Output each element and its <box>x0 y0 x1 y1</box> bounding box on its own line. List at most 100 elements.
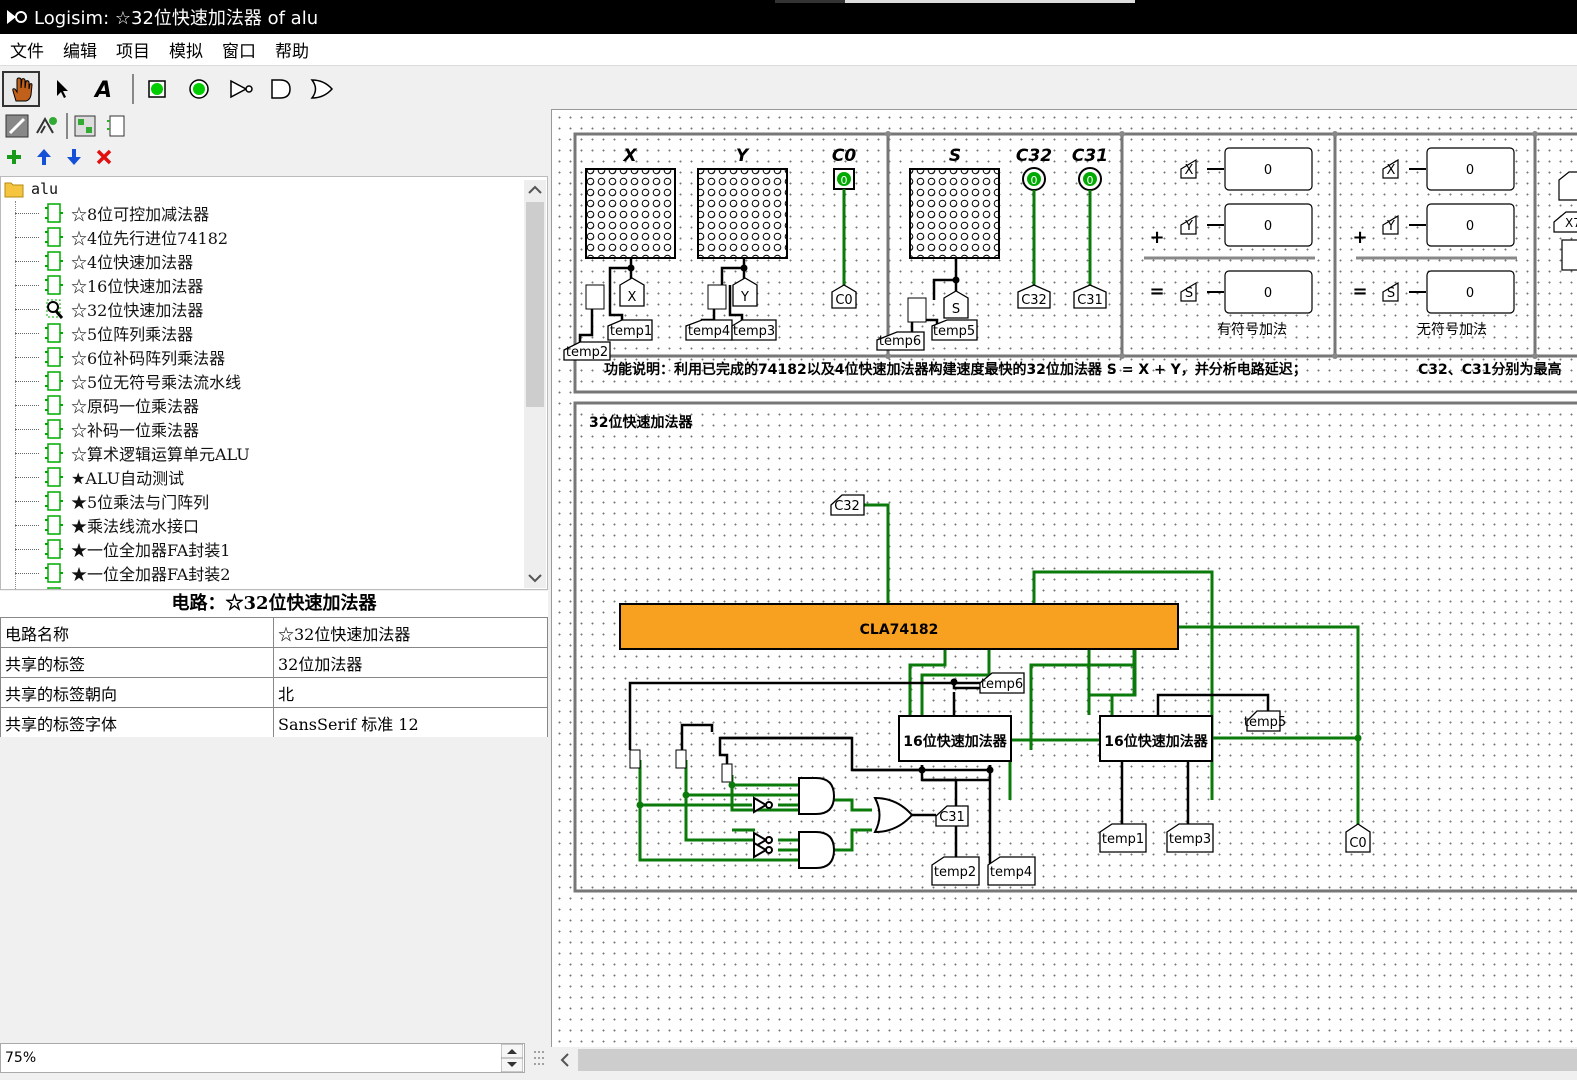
property-row[interactable]: 共享的标签朝向北 <box>0 677 548 708</box>
logisim-app-icon <box>7 10 27 24</box>
add-not-gate-button[interactable] <box>224 72 258 106</box>
circuit-icon <box>45 563 63 583</box>
property-row[interactable]: 共享的标签 32位加法器 <box>0 647 548 678</box>
tree-item-circuit[interactable]: ★乘法线流水接口 <box>1 513 199 537</box>
adder16-right[interactable]: 16位快速加法器 <box>1099 715 1213 762</box>
tree-connector <box>15 404 39 406</box>
add-input-pin-button[interactable] <box>140 72 174 106</box>
menu-project[interactable]: 项目 <box>107 37 159 62</box>
tree-item-circuit[interactable]: ★一位全加器FA封装2 <box>1 561 230 585</box>
not-gate-3[interactable] <box>753 841 768 859</box>
circuit-icon <box>45 467 63 487</box>
or-gate[interactable] <box>873 796 914 834</box>
appearance-button[interactable] <box>28 109 62 143</box>
view-simulation-button[interactable] <box>100 109 134 143</box>
chevron-left-icon[interactable] <box>553 1047 577 1073</box>
zoom-field[interactable]: 75% <box>0 1043 525 1073</box>
tree-item-circuit[interactable]: ☆4位快速加法器 <box>1 249 193 273</box>
tree-item-circuit[interactable]: ☆8位可控加减法器 <box>1 201 209 225</box>
tree-item-label: ☆8位可控加减法器 <box>71 205 210 224</box>
tree-item-circuit[interactable]: ☆6位补码阵列乘法器 <box>1 345 225 369</box>
tree-item-circuit[interactable]: ☆5位无符号乘法流水线 <box>1 369 241 393</box>
tree-item-circuit[interactable]: ★5位乘法与门阵列 <box>1 489 209 513</box>
tunnel-label-s: S <box>952 302 960 317</box>
tree-scrollbar[interactable] <box>524 180 546 588</box>
menu-window[interactable]: 窗口 <box>213 37 265 62</box>
tree-item-circuit[interactable]: ☆原码一位乘法器 <box>1 393 199 417</box>
tree-item-circuit[interactable]: ☆4位先行进位74182 <box>1 225 228 249</box>
property-value[interactable]: SansSerif 标准 12 <box>273 707 548 738</box>
tree-item-label: ★5位乘法与门阵列 <box>71 493 210 512</box>
add-output-pin-button[interactable] <box>182 72 216 106</box>
move-circuit-down-button[interactable] <box>60 142 88 172</box>
menu-edit[interactable]: 编辑 <box>54 37 106 62</box>
pin-label-c31: C31 <box>1072 146 1108 166</box>
adder16-left[interactable]: 16位快速加法器 <box>898 715 1012 762</box>
property-value[interactable]: 北 <box>273 677 548 708</box>
remove-circuit-button[interactable] <box>90 142 118 172</box>
signed-adder-panel <box>1144 147 1315 314</box>
property-row[interactable]: 电路名称 ☆32位快速加法器 <box>0 617 548 648</box>
select-tool-button[interactable] <box>45 72 79 106</box>
tunnel-label-temp5-bottom: temp5 <box>1244 715 1286 730</box>
resize-grip-icon[interactable] <box>531 1046 547 1072</box>
tunnel-label-temp1-top: temp1 <box>610 324 652 339</box>
window-title: Logisim: ☆32位快速加法器 of alu <box>34 8 319 29</box>
input-pin-c0[interactable]: 0 <box>833 168 855 190</box>
circuit-icon <box>45 515 63 535</box>
property-value[interactable]: ☆32位快速加法器 <box>273 617 548 648</box>
menu-simulate[interactable]: 模拟 <box>160 37 212 62</box>
property-key: 共享的标签字体 <box>0 707 274 738</box>
tunnel-label-y: Y <box>740 290 749 305</box>
canvas-scrollbar-thumb[interactable] <box>578 1049 1577 1071</box>
unsigned-plus: + <box>1352 227 1367 248</box>
tree-item-circuit[interactable]: ☆16位快速加法器 <box>1 273 203 297</box>
tree-item-label: ☆5位阵列乘法器 <box>71 325 194 344</box>
input-pin-y[interactable] <box>697 168 788 259</box>
and-gate-2[interactable] <box>798 831 836 869</box>
adder16-right-label: 16位快速加法器 <box>1104 733 1208 750</box>
chevron-down-icon[interactable] <box>524 568 546 588</box>
tree-scrollbar-thumb[interactable] <box>526 202 544 407</box>
property-row[interactable]: 共享的标签字体 SansSerif 标准 12 <box>0 707 548 738</box>
text-tool-button[interactable]: A <box>87 72 121 106</box>
move-circuit-up-button[interactable] <box>30 142 58 172</box>
canvas-horizontal-scrollbar[interactable] <box>551 1047 1577 1074</box>
tree-item-circuit[interactable]: ★一位全加器FA封装3 <box>1 585 230 589</box>
and-gate-icon <box>271 79 291 99</box>
tree-item-circuit[interactable]: ★ALU自动测试 <box>1 465 184 489</box>
tree-item-label: ★一位全加器FA封装3 <box>71 585 230 589</box>
zoom-spinner[interactable] <box>501 1044 523 1072</box>
signed-y-label: Y <box>1184 219 1193 234</box>
view-toolbox-button[interactable] <box>68 109 102 143</box>
tree-item-circuit[interactable]: ☆5位阵列乘法器 <box>1 321 193 345</box>
poke-tool-button[interactable] <box>2 71 40 107</box>
tree-item-label: ☆16位快速加法器 <box>71 277 204 296</box>
circuit-icon <box>45 227 63 247</box>
property-value[interactable]: 32位加法器 <box>273 647 548 678</box>
circuit-icon <box>45 371 63 391</box>
tree-item-circuit[interactable]: ★一位全加器FA封装1 <box>1 537 230 561</box>
add-circuit-button[interactable] <box>0 142 28 172</box>
tunnel-label-x: X <box>628 290 637 305</box>
tree-item-circuit[interactable]: ☆32位快速加法器 <box>1 297 203 321</box>
input-pin-x[interactable] <box>585 168 676 259</box>
tree-folder-alu[interactable]: alu <box>3 177 58 201</box>
add-or-gate-button[interactable] <box>305 72 339 106</box>
tree-item-circuit[interactable]: ☆算术逻辑运算单元ALU <box>1 441 250 465</box>
circuit-icon <box>45 395 63 415</box>
menu-help[interactable]: 帮助 <box>266 37 318 62</box>
add-and-gate-button[interactable] <box>264 72 298 106</box>
cla74182-chip[interactable]: CLA74182 <box>619 603 1179 650</box>
unsigned-y-label: Y <box>1386 219 1395 234</box>
pin-label-y: Y <box>736 146 750 166</box>
tree-item-circuit[interactable]: ☆补码一位乘法器 <box>1 417 199 441</box>
tree-connector <box>15 548 39 550</box>
chevron-up-icon[interactable] <box>524 180 546 200</box>
menu-file[interactable]: 文件 <box>1 37 53 62</box>
and-gate-1[interactable] <box>798 777 836 815</box>
circuit-canvas[interactable]: X Y C0 S C32 C31 0 0 0 X Y S C0 C32 C31 … <box>551 109 1577 1047</box>
title-bar: Logisim: ☆32位快速加法器 of alu <box>0 0 1577 34</box>
tunnel-label-temp4-top: temp4 <box>688 324 730 339</box>
tunnel-label-temp6-top: temp6 <box>879 334 921 349</box>
